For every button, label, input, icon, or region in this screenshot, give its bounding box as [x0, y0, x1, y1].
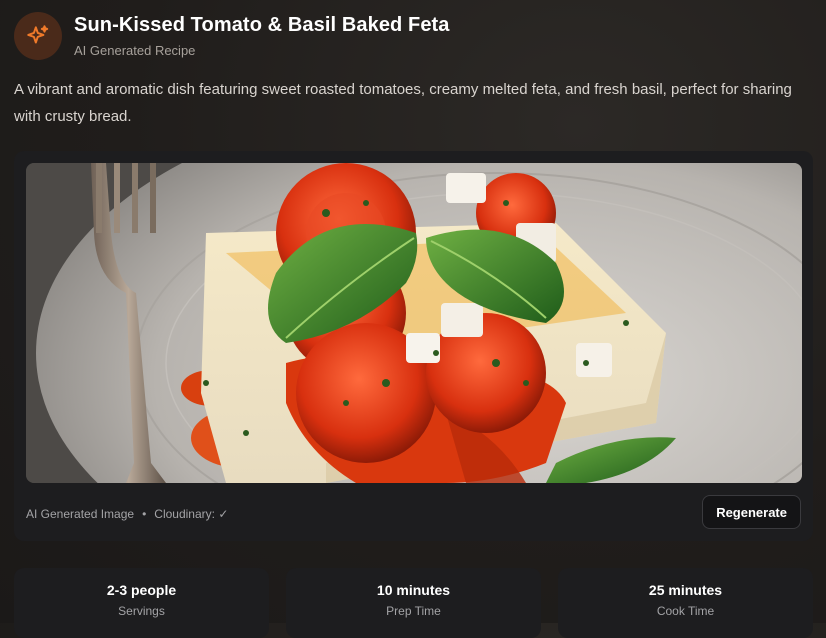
storage-status: Cloudinary: ✓	[154, 507, 229, 521]
stat-servings: 2-3 people Servings	[14, 568, 269, 638]
recipe-subtitle: AI Generated Recipe	[74, 43, 196, 58]
recipe-stats: 2-3 people Servings 10 minutes Prep Time…	[14, 568, 813, 638]
recipe-title: Sun-Kissed Tomato & Basil Baked Feta	[74, 14, 450, 36]
meta-separator: •	[142, 507, 147, 521]
stat-label: Servings	[118, 604, 165, 618]
recipe-description: A vibrant and aromatic dish featuring sw…	[14, 81, 792, 125]
recipe-image	[26, 163, 802, 483]
stat-label: Cook Time	[656, 604, 715, 618]
regenerate-button[interactable]: Regenerate	[702, 495, 801, 529]
stat-cook-time: 25 minutes Cook Time	[558, 568, 813, 638]
image-meta: AI Generated Image • Cloudinary: ✓	[26, 507, 228, 521]
recipe-badge	[14, 12, 62, 60]
recipe-header: Sun-Kissed Tomato & Basil Baked Feta AI …	[14, 12, 450, 60]
sparkles-icon	[27, 25, 49, 44]
stat-value: 25 minutes	[648, 582, 723, 598]
image-caption: AI Generated Image	[26, 507, 135, 521]
image-card: AI Generated Image • Cloudinary: ✓ Regen…	[14, 151, 813, 541]
recipe-photo-illustration	[26, 163, 802, 483]
stat-prep-time: 10 minutes Prep Time	[286, 568, 541, 638]
stat-value: 2-3 people	[106, 582, 177, 598]
stat-value: 10 minutes	[376, 582, 451, 598]
stat-label: Prep Time	[386, 604, 441, 618]
